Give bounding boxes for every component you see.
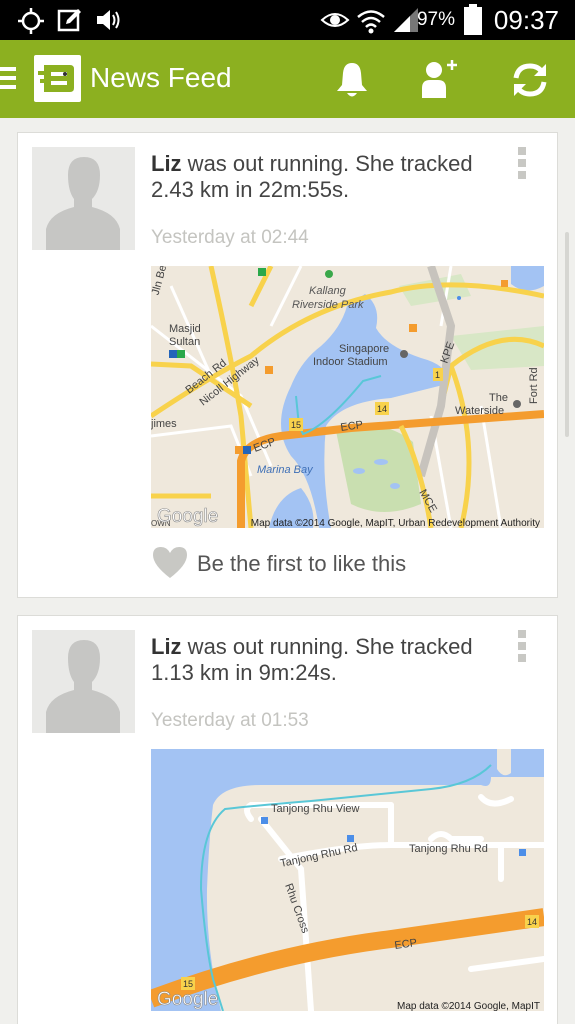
- map-label: Riverside Park: [292, 299, 364, 311]
- post-timestamp: Yesterday at 01:53: [151, 710, 309, 731]
- volume-icon: [97, 10, 120, 30]
- menu-icon[interactable]: [0, 67, 16, 91]
- refresh-button[interactable]: [508, 58, 552, 102]
- google-logo: Google: [157, 989, 218, 1010]
- overflow-menu-icon[interactable]: [518, 630, 526, 664]
- clock: 09:37: [493, 5, 559, 35]
- signal-icon: [394, 8, 418, 32]
- overflow-menu-icon[interactable]: [518, 147, 526, 181]
- map-label: Tanjong Rhu Rd: [409, 843, 488, 855]
- post-username[interactable]: Liz: [151, 151, 182, 176]
- map-label: The: [489, 392, 508, 404]
- heart-icon: [153, 547, 187, 578]
- status-bar: 97% 09:37: [0, 0, 575, 40]
- battery-icon: [464, 4, 482, 35]
- app-logo-icon[interactable]: [34, 55, 81, 102]
- feed-card: Liz was out running. She tracked 2.43 km…: [17, 132, 558, 598]
- eye-icon: [320, 13, 350, 27]
- map-label: Masjid: [169, 323, 201, 335]
- news-feed[interactable]: Liz was out running. She tracked 2.43 km…: [0, 118, 575, 1024]
- map-attribution: Map data ©2014 Google, MapIT: [397, 1001, 540, 1011]
- post-message: Liz was out running. She tracked 2.43 km…: [151, 151, 491, 203]
- map-label: Marina Bay: [257, 464, 314, 476]
- feed-card: Liz was out running. She tracked 1.13 km…: [17, 615, 558, 1024]
- map-label: Fort Rd: [528, 367, 540, 404]
- map-attribution: Map data ©2014 Google, MapIT, Urban Rede…: [251, 518, 540, 528]
- bell-icon: [337, 63, 367, 97]
- battery-percent: 97%: [416, 9, 455, 30]
- scrollbar[interactable]: [565, 232, 569, 437]
- app-bar: News Feed: [0, 40, 575, 118]
- avatar[interactable]: [32, 147, 135, 250]
- page-title: News Feed: [90, 62, 232, 93]
- map-label: jimes: [151, 418, 177, 430]
- map-label: Indoor Stadium: [313, 356, 388, 368]
- map-label: 15: [291, 420, 301, 430]
- map-label: Kallang: [309, 285, 347, 297]
- like-label: Be the first to like this: [197, 551, 407, 576]
- default-user-icon: [46, 157, 120, 250]
- post-body: was out running. She tracked 1.13 km in …: [151, 634, 473, 685]
- post-timestamp: Yesterday at 02:44: [151, 227, 309, 248]
- post-username[interactable]: Liz: [151, 634, 182, 659]
- route-map[interactable]: 15 14 1 Jln Be Kallang Riverside Park Ma…: [151, 266, 544, 528]
- add-friend-button[interactable]: [416, 58, 460, 102]
- add-friend-icon: [422, 60, 457, 98]
- like-button[interactable]: Be the first to like this: [151, 545, 406, 581]
- google-logo: Google: [157, 506, 218, 527]
- avatar[interactable]: [32, 630, 135, 733]
- refresh-icon: [513, 63, 547, 97]
- post-message: Liz was out running. She tracked 1.13 km…: [151, 634, 491, 686]
- map-label: 15: [183, 979, 193, 989]
- map-label: Singapore: [339, 343, 389, 355]
- route-map[interactable]: 14 15 Tanjong Rhu View Tanjong Rhu Rd Ta…: [151, 749, 544, 1011]
- post-body: was out running. She tracked 2.43 km in …: [151, 151, 473, 202]
- map-label: Waterside: [455, 405, 504, 417]
- map-label: Sultan: [169, 336, 200, 348]
- default-user-icon: [46, 640, 120, 733]
- gps-icon: [18, 8, 44, 34]
- edit-notification-icon: [57, 9, 81, 32]
- map-label: 1: [435, 370, 440, 380]
- map-label: 14: [527, 917, 537, 927]
- notifications-button[interactable]: [330, 58, 374, 102]
- map-label: Tanjong Rhu View: [271, 803, 360, 815]
- wifi-icon: [357, 10, 385, 34]
- map-label: 14: [377, 404, 387, 414]
